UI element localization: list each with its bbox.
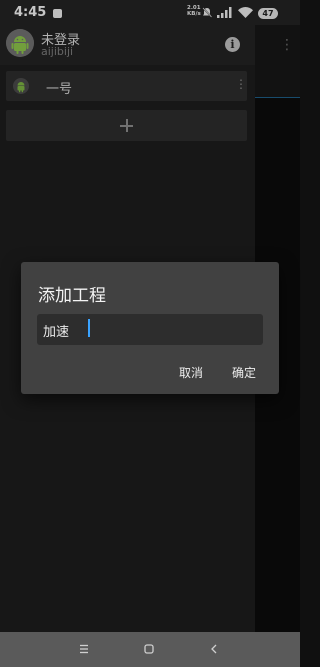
text-caret — [88, 319, 90, 337]
ok-button[interactable]: 确定 — [232, 364, 256, 381]
navigation-bar — [0, 632, 300, 667]
home-icon[interactable] — [141, 641, 157, 657]
dialog-title: 添加工程 — [38, 286, 106, 306]
add-project-dialog: 添加工程 加速 取消 确定 — [21, 262, 279, 394]
menu-icon[interactable] — [76, 641, 92, 657]
project-name-value: 加速 — [43, 325, 70, 340]
project-name-input[interactable] — [37, 314, 263, 345]
cancel-button[interactable]: 取消 — [179, 364, 203, 381]
screen: ⋮ 未登录 aijibiji i 一号 ⋮ 4:45 2.01 KB/s 47 … — [0, 0, 300, 667]
back-icon[interactable] — [206, 641, 222, 657]
